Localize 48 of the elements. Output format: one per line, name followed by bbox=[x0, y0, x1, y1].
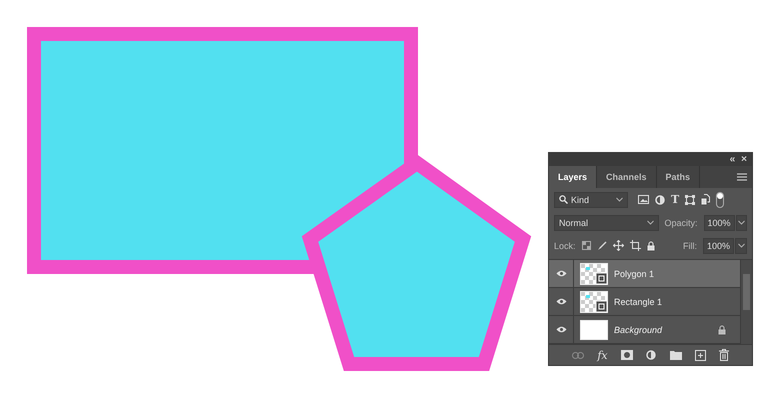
lock-label: Lock: bbox=[554, 240, 576, 250]
adjustment-icon[interactable] bbox=[646, 350, 657, 360]
filter-dropdown[interactable]: Kind bbox=[554, 192, 628, 208]
effects-button[interactable]: fx bbox=[597, 348, 608, 362]
mask-icon[interactable] bbox=[620, 350, 633, 360]
crop-icon[interactable] bbox=[630, 240, 641, 251]
fill-dropdown[interactable] bbox=[735, 238, 747, 254]
fill-field[interactable]: 100% bbox=[702, 238, 734, 254]
caret-icon bbox=[738, 243, 744, 248]
brush-icon[interactable] bbox=[596, 240, 607, 250]
scrollbar[interactable] bbox=[740, 260, 752, 344]
panel-tab[interactable]: Layers bbox=[549, 166, 598, 188]
layer-name: Polygon 1 bbox=[614, 268, 654, 278]
caret-icon bbox=[738, 220, 745, 225]
image-icon[interactable] bbox=[638, 195, 649, 204]
eye-icon[interactable] bbox=[556, 270, 566, 277]
opacity-dropdown[interactable] bbox=[736, 214, 747, 230]
blend-mode-dropdown[interactable]: Normal bbox=[554, 214, 658, 230]
smart-object-icon[interactable] bbox=[701, 194, 710, 205]
opacity-label: Opacity: bbox=[664, 218, 698, 228]
layer-thumbnail bbox=[580, 262, 608, 284]
half-circle-icon[interactable] bbox=[655, 194, 665, 204]
layer-row[interactable]: Rectangle 1 bbox=[549, 288, 740, 316]
layer-row[interactable]: Polygon 1 bbox=[549, 260, 740, 288]
trash-icon[interactable] bbox=[718, 349, 729, 361]
lock-pixels-icon[interactable] bbox=[582, 241, 591, 250]
type-icon[interactable]: T bbox=[671, 193, 680, 206]
layer-thumbnail bbox=[580, 320, 608, 340]
caret-icon bbox=[616, 197, 623, 202]
filter-toggle[interactable] bbox=[716, 192, 724, 208]
opacity-field[interactable]: 100% bbox=[704, 214, 735, 230]
menu-icon[interactable] bbox=[737, 173, 747, 181]
close-icon[interactable]: × bbox=[741, 154, 747, 164]
transform-icon[interactable] bbox=[685, 194, 696, 204]
collapse-icon[interactable]: « bbox=[730, 154, 736, 164]
new-layer-icon[interactable] bbox=[694, 350, 706, 360]
caret-icon bbox=[646, 220, 654, 225]
eye-icon[interactable] bbox=[556, 326, 566, 333]
layer-name: Rectangle 1 bbox=[614, 296, 662, 306]
folder-icon[interactable] bbox=[670, 350, 682, 360]
layer-thumbnail bbox=[580, 290, 608, 312]
lock-icon[interactable] bbox=[646, 240, 655, 250]
search-icon bbox=[559, 195, 568, 204]
eye-icon[interactable] bbox=[556, 298, 566, 305]
layer-name: Background bbox=[614, 324, 662, 334]
layer-row[interactable]: Background bbox=[549, 316, 740, 344]
move-icon[interactable] bbox=[612, 240, 624, 251]
fill-label: Fill: bbox=[682, 240, 697, 250]
